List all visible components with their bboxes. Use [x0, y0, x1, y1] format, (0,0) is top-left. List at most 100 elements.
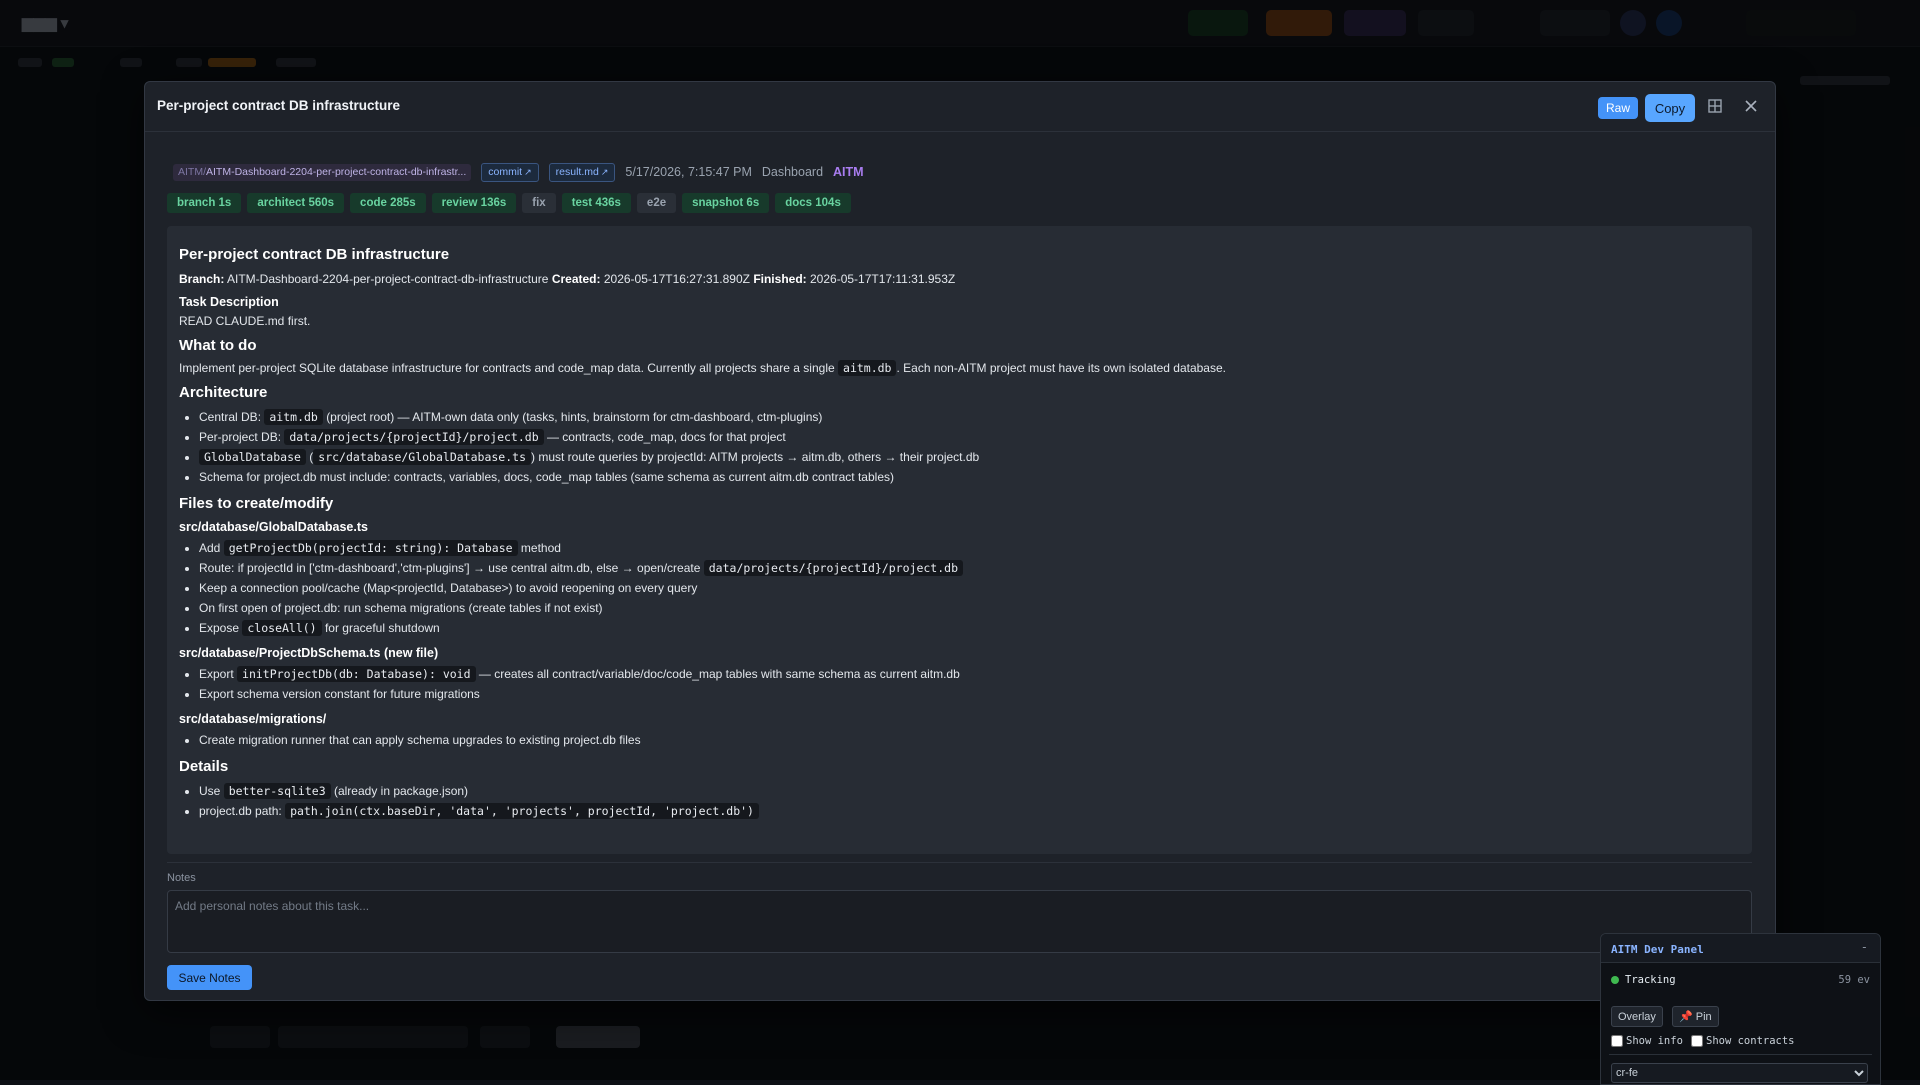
- text-span: Add: [199, 541, 221, 555]
- architecture-heading: Architecture: [179, 384, 268, 401]
- migrations-list: Create migration runner that can apply s…: [179, 730, 1740, 750]
- inline-code: closeAll(): [242, 620, 322, 636]
- show-info-checkbox[interactable]: [1611, 1035, 1623, 1047]
- list-item: Create migration runner that can apply s…: [199, 730, 1740, 750]
- list-item: Use better-sqlite3 (already in package.j…: [199, 781, 1740, 801]
- show-info-toggle[interactable]: Show info: [1611, 1035, 1683, 1047]
- list-item: On first open of project.db: run schema …: [199, 598, 1740, 618]
- stage-badge: fix: [522, 193, 556, 213]
- text-span: Per-project DB:: [199, 430, 282, 444]
- stage-badge: test 436s: [561, 193, 631, 213]
- modal-header: Per-project contract DB infrastructure R…: [145, 82, 1775, 132]
- minimize-button[interactable]: -: [1861, 940, 1868, 954]
- result-link[interactable]: result.md ↗: [548, 162, 616, 182]
- list-item: Schema for project.db must include: cont…: [199, 467, 1740, 487]
- dev-panel-divider: [1609, 1054, 1872, 1055]
- show-contracts-toggle[interactable]: Show contracts: [1691, 1035, 1795, 1047]
- file-heading: src/database/ProjectDbSchema.ts (new fil…: [179, 646, 439, 660]
- branch-name: AITM-Dashboard-2204-per-project-contract…: [206, 165, 467, 178]
- list-item: Export schema version constant for futur…: [199, 684, 1740, 704]
- external-link-icon: ↗: [600, 166, 609, 177]
- details-list: Use better-sqlite3 (already in package.j…: [179, 781, 1740, 821]
- task-source: Dashboard: [761, 165, 824, 179]
- file-heading: src/database/migrations/: [179, 712, 327, 726]
- tracking-status: Tracking: [1611, 974, 1676, 986]
- finished-value: 2026-05-17T17:11:31.953Z: [810, 272, 956, 286]
- stage-badge: branch 1s: [167, 193, 242, 213]
- inline-code: path.join(ctx.baseDir, 'data', 'projects…: [285, 803, 759, 819]
- task-description-heading: Task Description: [179, 295, 279, 309]
- inline-code: getProjectDb(projectId: string): Databas…: [223, 540, 518, 556]
- task-timestamp: 5/17/2026, 7:15:47 PM: [625, 165, 752, 179]
- doc-title: Per-project contract DB infrastructure: [179, 246, 450, 263]
- file-heading: src/database/GlobalDatabase.ts: [179, 520, 368, 534]
- overlay-button[interactable]: Overlay: [1611, 1006, 1663, 1027]
- show-contracts-checkbox[interactable]: [1691, 1035, 1703, 1047]
- modal-title: Per-project contract DB infrastructure: [157, 98, 401, 113]
- pipeline-stages: branch 1s architect 560s code 285s revie…: [167, 193, 851, 213]
- list-item: Route: if projectId in ['ctm-dashboard',…: [199, 558, 1740, 578]
- files-heading: Files to create/modify: [179, 495, 334, 512]
- result-link-label: result.md: [555, 165, 599, 178]
- created-key: Created:: [551, 272, 601, 286]
- task-document[interactable]: Per-project contract DB infrastructure B…: [167, 226, 1752, 854]
- commit-link[interactable]: commit ↗: [481, 162, 539, 182]
- copy-button[interactable]: Copy: [1645, 94, 1695, 122]
- text-span: method: [520, 541, 561, 555]
- text-span: project.db path:: [199, 804, 282, 818]
- stage-badge: code 285s: [350, 193, 426, 213]
- list-item: Expose closeAll() for graceful shutdown: [199, 618, 1740, 638]
- inline-code: initProjectDb(db: Database): void: [237, 666, 476, 682]
- text-span: (already in package.json): [333, 784, 469, 798]
- inline-code: aitm.db: [264, 409, 323, 425]
- text-span: — creates all contract/variable/doc/code…: [478, 667, 960, 681]
- stage-badge: architect 560s: [247, 193, 345, 213]
- inline-code: GlobalDatabase: [199, 449, 306, 465]
- text-span: Export: [199, 667, 234, 681]
- list-item: Add getProjectDb(projectId: string): Dat…: [199, 538, 1740, 558]
- stage-badge: e2e: [636, 193, 677, 213]
- branch-chip[interactable]: AITM/AITM-Dashboard-2204-per-project-con…: [173, 163, 472, 181]
- stage-badge: snapshot 6s: [682, 193, 770, 213]
- text-span: . Each non-AITM project must have its ow…: [896, 361, 1226, 375]
- dev-panel-header: AITM Dev Panel -: [1601, 934, 1880, 963]
- save-notes-button[interactable]: Save Notes: [167, 965, 252, 990]
- text-span: Use: [199, 784, 221, 798]
- layout-grid-icon[interactable]: [1708, 99, 1722, 113]
- raw-button[interactable]: Raw: [1598, 97, 1638, 119]
- close-icon[interactable]: [1743, 98, 1759, 114]
- created-value: 2026-05-17T16:27:31.890Z: [603, 272, 750, 286]
- list-item: Central DB: aitm.db (project root) — AIT…: [199, 407, 1740, 427]
- commit-link-label: commit: [488, 165, 523, 178]
- inline-code: better-sqlite3: [223, 783, 331, 799]
- text-span: Central DB:: [199, 410, 262, 424]
- list-item: Per-project DB: data/projects/{projectId…: [199, 427, 1740, 447]
- text-span: ) must route queries by projectId: AITM …: [531, 450, 980, 464]
- architecture-list: Central DB: aitm.db (project root) — AIT…: [179, 407, 1740, 487]
- task-meta-row: AITM/AITM-Dashboard-2204-per-project-con…: [173, 162, 864, 182]
- finished-key: Finished:: [753, 272, 807, 286]
- document-content: Per-project contract DB infrastructure B…: [179, 246, 1740, 825]
- tracking-label: Tracking: [1625, 974, 1676, 986]
- stage-badge: review 136s: [431, 193, 517, 213]
- notes-textarea[interactable]: [167, 890, 1752, 953]
- branch-prefix: AITM/: [178, 165, 206, 178]
- stage-badge: docs 104s: [775, 193, 851, 213]
- branch-value: AITM-Dashboard-2204-per-project-contract…: [227, 272, 549, 286]
- task-description-text: READ CLAUDE.md first.: [179, 314, 311, 328]
- pin-button[interactable]: 📌 Pin: [1672, 1006, 1719, 1027]
- component-select[interactable]: cr-fe: [1611, 1063, 1868, 1083]
- list-item: GlobalDatabase (src/database/GlobalDatab…: [199, 447, 1740, 467]
- details-heading: Details: [179, 758, 229, 775]
- text-span: for graceful shutdown: [324, 621, 440, 635]
- text-span: — contracts, code_map, docs for that pro…: [546, 430, 786, 444]
- what-to-do-heading: What to do: [179, 337, 257, 354]
- dev-panel: AITM Dev Panel - Tracking 59 ev Overlay …: [1600, 933, 1881, 1085]
- status-dot-icon: [1611, 976, 1619, 984]
- text-span: (project root) — AITM-own data only (tas…: [326, 410, 823, 424]
- text-span: Expose: [199, 621, 240, 635]
- external-link-icon: ↗: [524, 166, 532, 177]
- doc-meta-line: Branch: AITM-Dashboard-2204-per-project-…: [179, 271, 1740, 287]
- what-to-do-text: Implement per-project SQLite database in…: [179, 360, 1740, 376]
- inline-code: data/projects/{projectId}/project.db: [703, 560, 963, 576]
